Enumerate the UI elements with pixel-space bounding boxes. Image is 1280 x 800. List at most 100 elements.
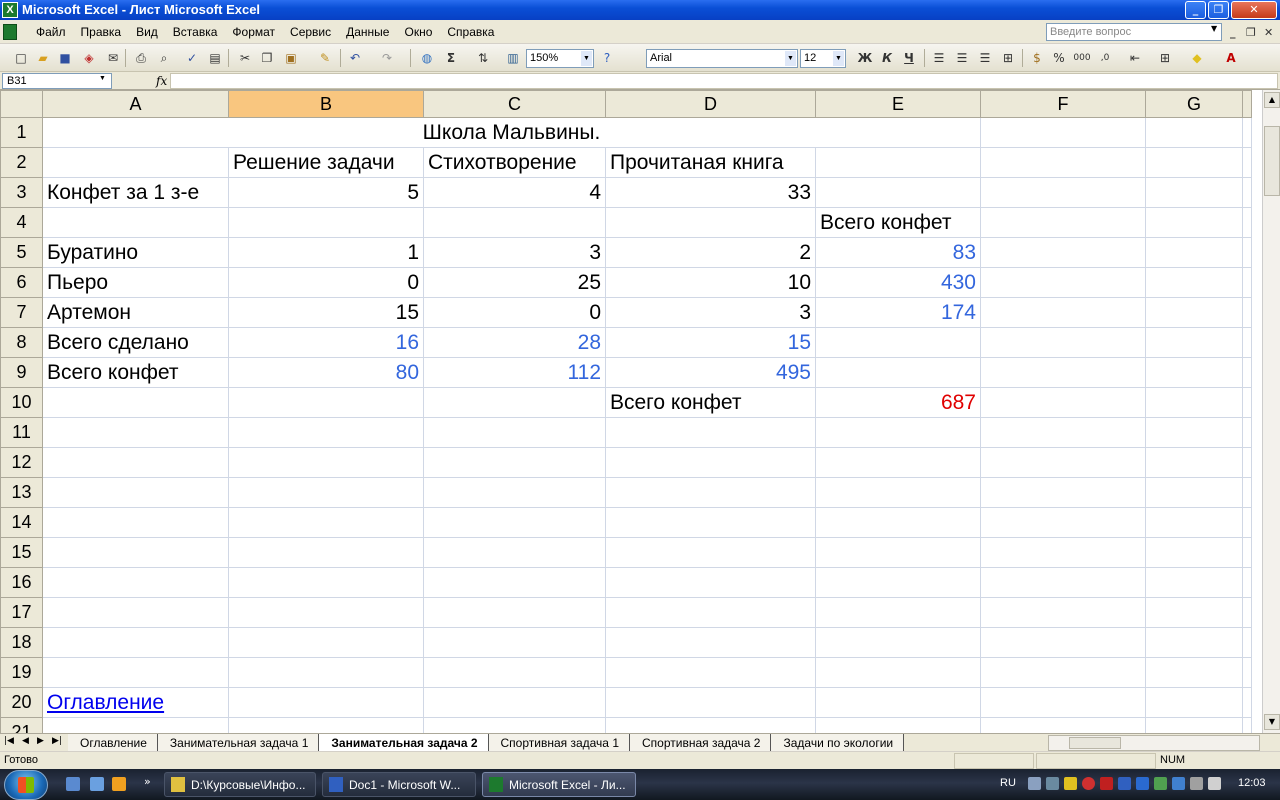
cell[interactable] (42, 567, 229, 598)
cell[interactable] (228, 387, 424, 418)
cell[interactable] (1242, 117, 1252, 148)
cell[interactable] (42, 447, 229, 478)
cell[interactable] (980, 537, 1146, 568)
next-sheet-icon[interactable]: ▶ (37, 736, 44, 746)
cell[interactable]: Прочитаная книга (605, 147, 816, 178)
cell[interactable] (980, 147, 1146, 178)
cell[interactable] (980, 387, 1146, 418)
cell[interactable]: Артемон (42, 297, 229, 328)
new-document-icon[interactable]: □ (12, 49, 30, 67)
row-header[interactable]: 3 (0, 177, 43, 208)
show-desktop-icon[interactable] (66, 777, 80, 791)
cell[interactable] (42, 207, 229, 238)
cell[interactable] (980, 417, 1146, 448)
menu-item[interactable]: Сервис (290, 25, 331, 39)
cell[interactable] (1145, 327, 1243, 358)
restore-button[interactable]: ❐ (1208, 1, 1229, 19)
cell[interactable] (815, 327, 981, 358)
cell[interactable] (815, 357, 981, 388)
clock[interactable]: 12:03 (1238, 777, 1266, 789)
decrease-indent-icon[interactable]: ⇤ (1126, 49, 1144, 67)
language-indicator[interactable]: RU (1000, 777, 1016, 789)
cell[interactable] (423, 507, 606, 538)
printer-icon[interactable] (1190, 777, 1203, 790)
tray-icon[interactable] (1118, 777, 1131, 790)
document-icon[interactable] (3, 24, 17, 40)
sheet-tab[interactable]: Оглавление (68, 734, 158, 751)
cell[interactable] (42, 597, 229, 628)
contents-link[interactable]: Оглавление (42, 687, 229, 718)
sheet-tab[interactable]: Задачи по экологии (771, 734, 905, 751)
cell[interactable] (980, 567, 1146, 598)
cell[interactable] (815, 177, 981, 208)
help-icon[interactable]: ? (598, 49, 616, 67)
print-icon[interactable]: ⎙ (132, 49, 150, 67)
row-header[interactable]: 15 (0, 537, 43, 568)
menu-item[interactable]: Данные (346, 25, 389, 39)
excel-app-icon[interactable]: X (2, 2, 18, 18)
cell[interactable] (1145, 297, 1243, 328)
cell[interactable] (42, 627, 229, 658)
cell[interactable] (42, 387, 229, 418)
cell[interactable] (605, 657, 816, 688)
comma-style-icon[interactable]: 000 (1073, 49, 1091, 67)
select-all-corner[interactable] (0, 90, 43, 118)
cell[interactable] (228, 447, 424, 478)
permission-icon[interactable]: ◈ (80, 49, 98, 67)
cell[interactable] (1242, 237, 1252, 268)
doc-close-icon[interactable]: ✕ (1264, 26, 1273, 39)
fx-icon[interactable]: fx (156, 74, 167, 88)
cell[interactable]: 0 (228, 267, 424, 298)
cell[interactable] (980, 597, 1146, 628)
prev-sheet-icon[interactable]: ◀ (22, 736, 29, 746)
sheet-tab[interactable]: Занимательная задача 1 (157, 734, 320, 751)
row-header[interactable]: 11 (0, 417, 43, 448)
cell[interactable] (1242, 477, 1252, 508)
align-center-icon[interactable]: ☰ (953, 49, 971, 67)
cell[interactable]: Всего сделано (42, 327, 229, 358)
title-cell[interactable]: Школа Мальвины. (42, 117, 981, 148)
switch-windows-icon[interactable] (90, 777, 104, 791)
scroll-up-icon[interactable]: ▲ (1264, 92, 1280, 108)
cell[interactable] (1242, 417, 1252, 448)
cell[interactable]: 430 (815, 267, 981, 298)
cut-icon[interactable]: ✂ (236, 49, 254, 67)
cell[interactable] (980, 657, 1146, 688)
row-header[interactable]: 1 (0, 117, 43, 148)
cell[interactable] (1145, 567, 1243, 598)
cell[interactable] (980, 327, 1146, 358)
research-icon[interactable]: ▤ (206, 49, 224, 67)
cell[interactable]: 3 (605, 297, 816, 328)
grand-total-cell[interactable]: 687 (815, 387, 981, 418)
menu-item[interactable]: Файл (36, 25, 66, 39)
security-icon[interactable] (1082, 777, 1095, 790)
row-header[interactable]: 13 (0, 477, 43, 508)
chevron-more-icon[interactable]: » (144, 775, 151, 788)
sort-ascending-icon[interactable]: ⇅ (474, 49, 492, 67)
cell[interactable] (815, 717, 981, 733)
cell[interactable] (605, 417, 816, 448)
cell[interactable] (1242, 507, 1252, 538)
cell[interactable] (605, 567, 816, 598)
cell[interactable]: Всего конфет (815, 207, 981, 238)
underline-icon[interactable]: Ч (900, 49, 918, 67)
cell[interactable] (228, 687, 424, 718)
row-header[interactable]: 10 (0, 387, 43, 418)
cell[interactable]: 1 (228, 237, 424, 268)
sheet-tab[interactable]: Спортивная задача 1 (488, 734, 630, 751)
close-button[interactable]: ✕ (1231, 1, 1277, 19)
open-folder-icon[interactable]: ▰ (34, 49, 52, 67)
cell[interactable] (605, 717, 816, 733)
cell[interactable] (1145, 627, 1243, 658)
cell[interactable] (815, 567, 981, 598)
spelling-icon[interactable]: ✓ (183, 49, 201, 67)
chart-wizard-icon[interactable]: ▥ (504, 49, 522, 67)
increase-decimal-icon[interactable]: ,0 (1096, 49, 1114, 67)
cell[interactable] (1242, 447, 1252, 478)
row-header[interactable]: 17 (0, 597, 43, 628)
cell[interactable] (815, 627, 981, 658)
vertical-scrollbar[interactable]: ▲ ▼ (1262, 90, 1280, 733)
save-icon[interactable]: ■ (56, 49, 74, 67)
cell[interactable] (980, 507, 1146, 538)
cell[interactable] (423, 597, 606, 628)
